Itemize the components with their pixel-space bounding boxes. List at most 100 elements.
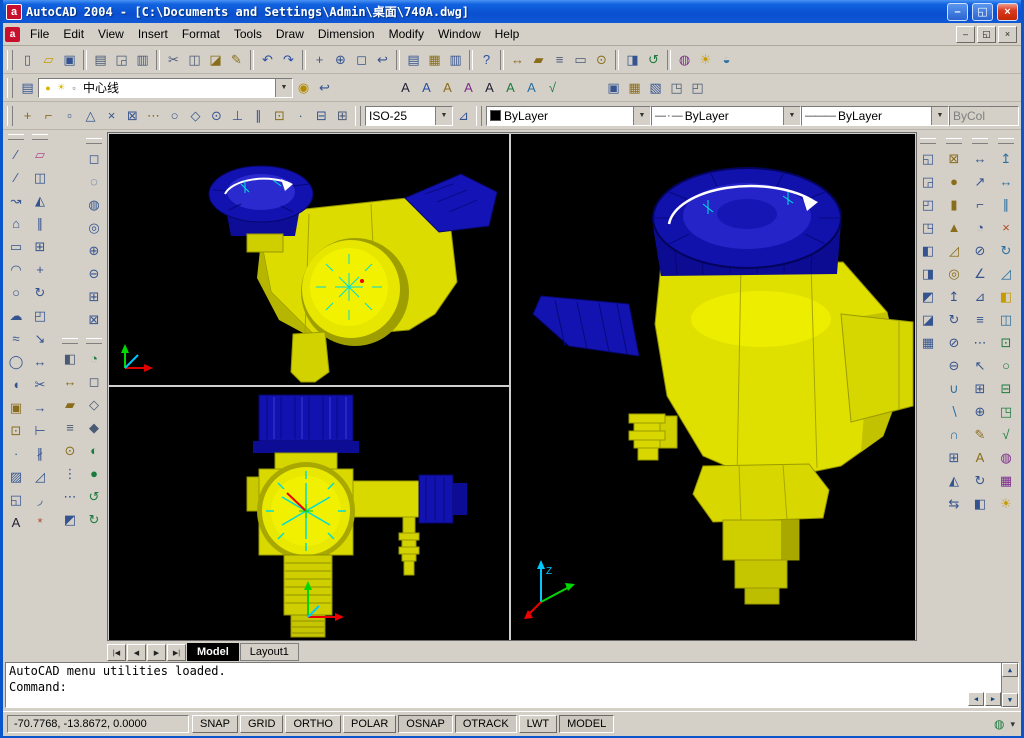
scroll-right-icon[interactable]: ▶ xyxy=(985,692,1001,706)
taper-faces-icon[interactable]: ◿ xyxy=(996,262,1017,285)
title-bar[interactable]: a AutoCAD 2004 - [C:\Documents and Setti… xyxy=(3,0,1021,23)
snap-insert-icon[interactable]: ⊡ xyxy=(269,105,290,126)
polygon-icon[interactable]: ⌂ xyxy=(6,212,27,235)
menu-view[interactable]: View xyxy=(91,25,131,43)
tool-palettes-icon[interactable]: ▥ xyxy=(445,49,466,70)
explode-icon[interactable]: * xyxy=(30,511,51,534)
linetype-dropdown[interactable]: — · — ByLayer ▼ xyxy=(651,105,801,126)
zoom-in-icon[interactable]: ⊕ xyxy=(84,239,105,262)
extrude-icon[interactable]: ↥ xyxy=(944,285,965,308)
dimension-text-edit-icon[interactable]: A xyxy=(970,446,991,469)
make-block-icon[interactable]: ⊡ xyxy=(6,419,27,442)
zoom-scale-icon[interactable]: ◍ xyxy=(84,193,105,216)
toggle-snap[interactable]: SNAP xyxy=(192,715,238,733)
break-at-point-icon[interactable]: ⊢ xyxy=(30,419,51,442)
trim-icon[interactable]: ✂ xyxy=(30,373,51,396)
divide-icon[interactable]: ⋮ xyxy=(60,462,81,485)
offset-icon[interactable]: ∥ xyxy=(30,212,51,235)
union-icon[interactable]: ∪ xyxy=(944,377,965,400)
mdi-close-button[interactable]: × xyxy=(998,25,1017,43)
polyline-icon[interactable]: ↝ xyxy=(6,189,27,212)
osnap-settings-icon[interactable]: ⊞ xyxy=(332,105,353,126)
mirror-icon[interactable]: ◭ xyxy=(30,189,51,212)
insert-block-icon[interactable]: ▣ xyxy=(603,77,624,98)
single-line-text-icon[interactable]: A xyxy=(416,77,437,98)
dropdown-arrow-icon[interactable]: ▼ xyxy=(783,106,800,125)
command-scrollbar[interactable]: ▲ ▼ xyxy=(1001,663,1018,707)
menu-tools[interactable]: Tools xyxy=(227,25,269,43)
menu-window[interactable]: Window xyxy=(431,25,488,43)
viewport-top-left[interactable] xyxy=(109,134,509,385)
bottom-view-icon[interactable]: ◲ xyxy=(918,170,939,193)
zoom-out-icon[interactable]: ⊖ xyxy=(84,262,105,285)
minimize-button[interactable]: – xyxy=(947,2,968,21)
move-faces-icon[interactable]: ↔ xyxy=(996,170,1017,193)
toolbar-grip[interactable] xyxy=(920,138,936,144)
rotate-faces-icon[interactable]: ↻ xyxy=(996,239,1017,262)
scroll-up-icon[interactable]: ▲ xyxy=(1002,663,1018,677)
restore-button[interactable]: ◱ xyxy=(972,2,993,21)
snap-quadrant-icon[interactable]: ◇ xyxy=(185,105,206,126)
light-icon[interactable]: ☀ xyxy=(996,492,1017,515)
draworder-icon[interactable]: ◧ xyxy=(60,347,81,370)
3d-orbit-icon[interactable]: ↺ xyxy=(84,485,105,508)
dropdown-arrow-icon[interactable]: ▼ xyxy=(435,106,452,125)
toolbar-grip[interactable] xyxy=(355,105,361,126)
command-hscrollbar[interactable]: ◀ ▶ xyxy=(968,692,1001,706)
toolbar-grip[interactable] xyxy=(86,338,102,344)
named-views-icon[interactable]: ◨ xyxy=(622,49,643,70)
distance-icon[interactable]: ↔ xyxy=(60,370,81,393)
check-icon[interactable]: √ xyxy=(996,423,1017,446)
menu-modify[interactable]: Modify xyxy=(382,25,431,43)
open-icon[interactable]: ▱ xyxy=(38,49,59,70)
save-icon[interactable]: ▣ xyxy=(59,49,80,70)
menu-format[interactable]: Format xyxy=(175,25,227,43)
undo-icon[interactable]: ↶ xyxy=(257,49,278,70)
imprint-icon[interactable]: ⊡ xyxy=(996,331,1017,354)
render-icon[interactable]: ◍ xyxy=(674,49,695,70)
render-icon[interactable]: ◍ xyxy=(996,446,1017,469)
array-icon[interactable]: ⊞ xyxy=(30,235,51,258)
mass-properties-icon[interactable]: ≡ xyxy=(549,49,570,70)
toolbar-grip[interactable] xyxy=(7,77,13,98)
spell-check-icon[interactable]: √ xyxy=(542,77,563,98)
toggle-ortho[interactable]: ORTHO xyxy=(285,715,341,733)
tab-model[interactable]: Model xyxy=(187,643,239,661)
area-icon[interactable]: ▰ xyxy=(528,49,549,70)
align-icon[interactable]: ⇆ xyxy=(944,492,965,515)
list-icon[interactable]: ▭ xyxy=(570,49,591,70)
properties-icon[interactable]: ▤ xyxy=(403,49,424,70)
fillet-icon[interactable]: ◞ xyxy=(30,488,51,511)
image-attach-icon[interactable]: ▧ xyxy=(645,77,666,98)
qnew-icon[interactable]: ▯ xyxy=(17,49,38,70)
dim-style-manager-icon[interactable]: ◧ xyxy=(970,492,991,515)
make-object-layer-current-icon[interactable]: ◉ xyxy=(293,77,314,98)
snap-parallel-icon[interactable]: ∥ xyxy=(248,105,269,126)
right-view-icon[interactable]: ◳ xyxy=(918,216,939,239)
menu-draw[interactable]: Draw xyxy=(269,25,311,43)
revision-cloud-icon[interactable]: ☁ xyxy=(6,304,27,327)
construction-line-icon[interactable]: ⁄ xyxy=(6,166,27,189)
match-properties-icon[interactable]: ✎ xyxy=(226,49,247,70)
snap-midpoint-icon[interactable]: △ xyxy=(80,105,101,126)
redo-icon[interactable]: ↷ xyxy=(278,49,299,70)
toolbar-grip[interactable] xyxy=(86,138,102,144)
document-icon[interactable]: a xyxy=(5,26,20,42)
aligned-dimension-icon[interactable]: ↗ xyxy=(970,170,991,193)
toggle-model[interactable]: MODEL xyxy=(559,715,615,733)
extrude-faces-icon[interactable]: ↥ xyxy=(996,147,1017,170)
clean-icon[interactable]: ○ xyxy=(996,354,1017,377)
top-view-icon[interactable]: ◱ xyxy=(918,147,939,170)
ellipse-icon[interactable]: ◯ xyxy=(6,350,27,373)
tab-last-button[interactable]: ▶| xyxy=(167,644,186,661)
edit-text-icon[interactable]: A xyxy=(437,77,458,98)
viewport-right[interactable]: Z xyxy=(511,134,915,640)
external-reference-icon[interactable]: ▦ xyxy=(624,77,645,98)
arc-icon[interactable]: ◠ xyxy=(6,258,27,281)
tab-prev-button[interactable]: ◀ xyxy=(127,644,146,661)
dropdown-arrow-icon[interactable]: ▼ xyxy=(633,106,650,125)
lengthen-icon[interactable]: ↔ xyxy=(30,350,51,373)
menu-edit[interactable]: Edit xyxy=(56,25,91,43)
solid-torus-icon[interactable]: ◎ xyxy=(944,262,965,285)
back-view-icon[interactable]: ◨ xyxy=(918,262,939,285)
